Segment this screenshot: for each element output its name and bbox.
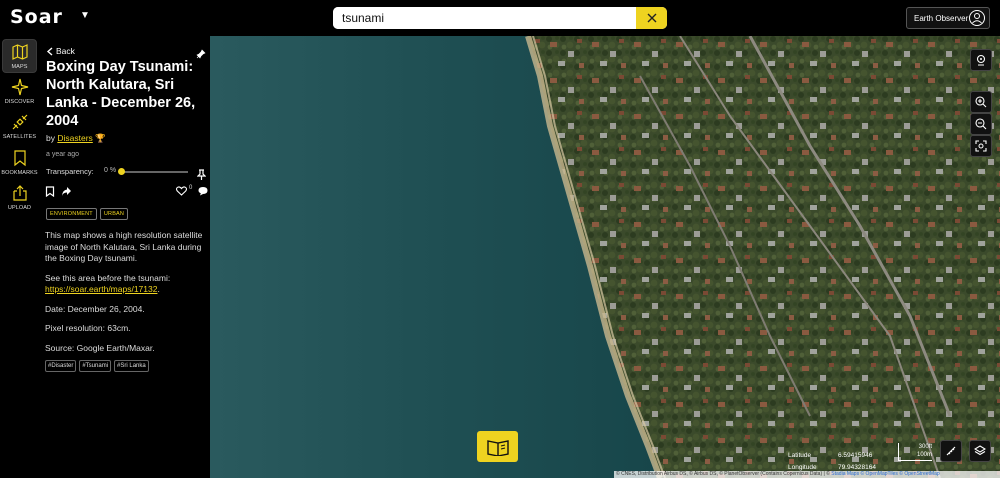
scale-bar: 300ft 100m [898,443,932,461]
attribution-link[interactable]: © OpenStreetMap [899,471,939,477]
avatar-icon [969,10,985,26]
zoom-in-button[interactable] [970,91,992,113]
description-paragraph: This map shows a high resolution satelli… [45,230,203,263]
bookmark-icon [13,150,26,167]
soar-logo[interactable]: Soar [10,6,63,28]
nav-label: UPLOAD [7,205,32,211]
tag-environment[interactable]: ENVIRONMENT [46,208,97,220]
before-link-prefix: See this area before the tsunami: [45,272,171,283]
user-menu-button[interactable]: Earth Observer [906,7,990,29]
zoom-in-icon [975,96,987,108]
category-tags: ENVIRONMENT URBAN [46,208,129,220]
zoom-out-icon [975,118,987,130]
map-tools [970,49,992,157]
close-icon [647,13,656,23]
attribution-link[interactable]: © OpenMapTiles [860,471,897,477]
map-description: This map shows a high resolution satelli… [45,230,205,362]
description-date: Date: December 26, 2004. [45,303,145,314]
map-icon [11,44,28,60]
hashtag-sri-lanka[interactable]: #Sri Lanka [114,360,149,372]
nav-item-upload[interactable]: UPLOAD [2,181,37,215]
bookmark-icon[interactable] [45,186,55,197]
nav-item-bookmarks[interactable]: BOOKMARKS [1,146,38,180]
book-map-icon [486,439,509,456]
left-nav: MAPS DISCOVER SATELLITES BOOKMARKS UPLOA… [0,36,38,478]
nav-label: DISCOVER [4,99,35,105]
tag-urban[interactable]: URBAN [99,208,129,220]
search-box [333,7,667,29]
like-count: 0 [189,185,193,191]
transparency-label: Transparency: [46,167,94,176]
transparency-slider[interactable] [122,171,188,173]
longitude-label: Longitude [788,464,817,471]
search-input[interactable] [333,7,636,29]
layers-icon [974,445,986,456]
description-paragraph: See this area before the tsunami: https:… [45,272,171,295]
comment-icon[interactable] [198,186,208,196]
pin-button[interactable] [196,167,207,185]
description-source: Source: Google Earth/Maxar. [45,342,155,353]
zoom-out-button[interactable] [970,113,992,135]
map-details-panel: Back Boxing Day Tsunami: North Kalutara,… [38,36,210,478]
compass-icon [11,78,28,96]
transparency-slider-handle[interactable] [118,168,125,175]
measure-button[interactable] [940,440,962,462]
satellite-icon [12,114,27,130]
location-pin-icon [976,54,986,66]
back-label: Back [56,46,75,56]
chevron-left-icon [46,46,53,56]
heart-icon[interactable] [176,186,187,196]
scale-m: 100m [916,452,932,458]
layers-button[interactable] [969,440,991,462]
clear-search-button[interactable] [636,7,667,29]
transparency-value: 0 % [104,167,117,174]
ruler-icon [946,446,956,456]
attribution-text: © CNES, Distribution Airbus DS, © Airbus… [616,471,830,477]
nav-item-maps[interactable]: MAPS [2,39,37,73]
hashtag-tsunami[interactable]: #Tsunami [79,360,112,372]
attribution-link[interactable]: Stadia Maps [831,471,859,477]
fit-bounds-icon [975,140,987,152]
description-resolution: Pixel resolution: 63cm. [45,323,131,333]
hashtags: #Disaster #Tsunami #Sri Lanka [45,360,149,372]
latitude-label: Latitude [788,452,812,459]
pin-icon [196,169,207,180]
back-button[interactable]: Back [46,46,75,56]
by-prefix: by [46,133,55,143]
upload-icon [12,185,27,201]
satellite-map[interactable] [210,36,1000,478]
map-title: Boxing Day Tsunami: North Kalutara, Sri … [46,59,196,129]
author-link[interactable]: Disasters [57,133,92,143]
hashtag-disaster[interactable]: #Disaster [45,360,77,372]
story-mode-button[interactable] [477,431,518,462]
nav-label: SATELLITES [2,134,37,140]
top-bar: Soar ▼ Earth Observer [0,0,1000,36]
locate-button[interactable] [970,49,992,71]
before-map-link[interactable]: https://soar.earth/maps/17132 [45,284,157,294]
timestamp: a year ago [46,151,80,158]
actions-right: 0 [176,185,208,196]
chevron-down-icon[interactable]: ▼ [80,10,90,21]
actions-left [45,186,72,197]
satellite-imagery [210,36,1000,478]
latitude-value: 6.59415946 [838,452,873,459]
share-icon[interactable] [61,186,72,197]
fit-bounds-button[interactable] [970,135,992,157]
byline: by Disasters 🏆 [46,133,106,144]
nav-label: BOOKMARKS [1,170,38,176]
nav-item-discover[interactable]: DISCOVER [2,75,37,109]
map-attribution: © CNES, Distribution Airbus DS, © Airbus… [614,471,1000,478]
nav-item-satellites[interactable]: SATELLITES [2,110,37,144]
scale-ft: 300ft [918,444,932,450]
user-name: Earth Observer [914,13,969,23]
nav-label: MAPS [11,64,28,70]
trophy-icon: 🏆 [95,133,106,143]
